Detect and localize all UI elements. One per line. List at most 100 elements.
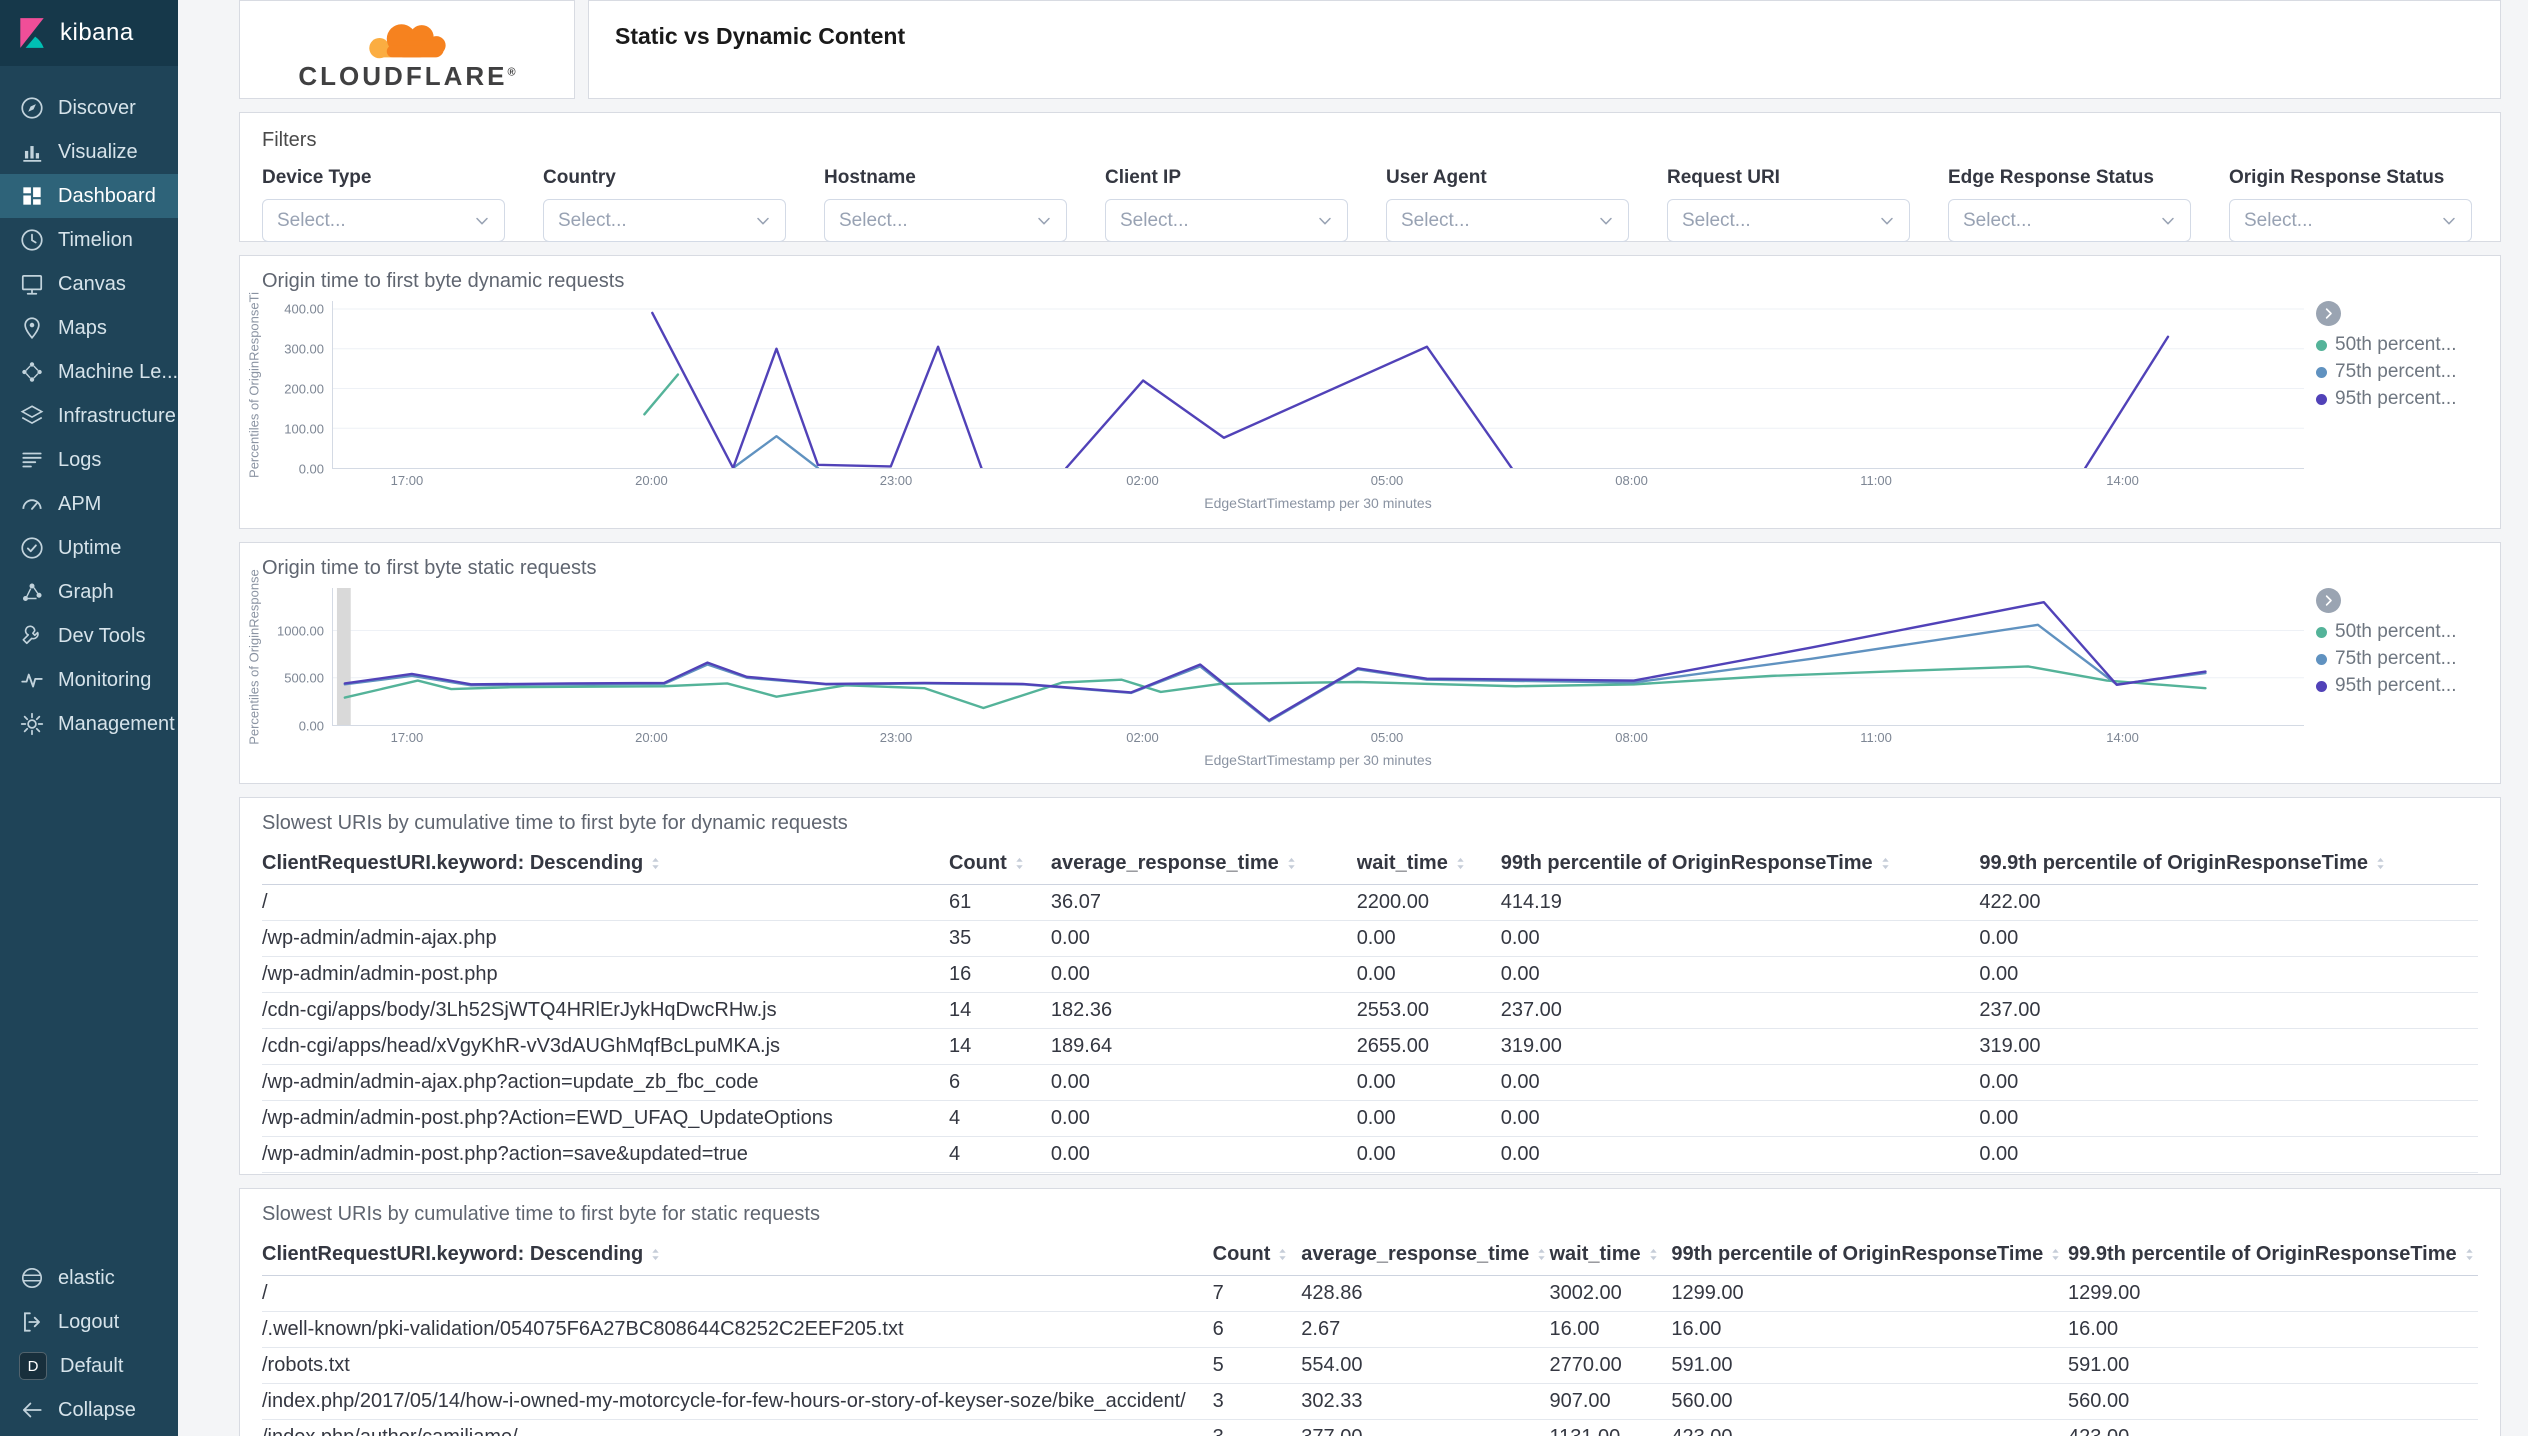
sidebar-item-maps[interactable]: Maps bbox=[0, 306, 178, 350]
cell-value: 0.00 bbox=[1500, 1136, 1980, 1173]
chart-plot-area[interactable] bbox=[332, 588, 2304, 726]
cell-value: 0.00 bbox=[1979, 956, 2478, 993]
cell-value: 0.00 bbox=[1050, 956, 1357, 993]
cell-value: 14 bbox=[948, 992, 1051, 1029]
column-header-wait-time[interactable]: wait_time bbox=[1356, 843, 1501, 885]
column-header-label: 99th percentile of OriginResponseTime bbox=[1671, 1243, 2044, 1265]
filter-select-device-type[interactable]: Select... bbox=[262, 199, 505, 242]
column-header-99th-percentile-of-originresponsetime[interactable]: 99th percentile of OriginResponseTime bbox=[1671, 1234, 2069, 1276]
x-axis-caption: EdgeStartTimestamp per 30 minutes bbox=[1204, 495, 1432, 511]
dashboard-title-panel: Static vs Dynamic Content bbox=[588, 0, 2501, 99]
sort-icon bbox=[2047, 1246, 2064, 1263]
sort-icon bbox=[647, 1246, 664, 1263]
cell-uri: /wp-admin/admin-ajax.php?action=update_z… bbox=[262, 1064, 949, 1101]
cell-value: 560.00 bbox=[2068, 1383, 2478, 1420]
cell-uri: /cdn-cgi/apps/body/3Lh52SjWTQ4HRlErJykHq… bbox=[262, 992, 949, 1029]
sidebar-item-apm[interactable]: APM bbox=[0, 482, 178, 526]
column-header-99th-percentile-of-originresponsetime[interactable]: 99th percentile of OriginResponseTime bbox=[1500, 843, 1980, 885]
sort-icon bbox=[2461, 1246, 2478, 1263]
cell-value: 302.33 bbox=[1301, 1383, 1550, 1420]
legend-item-75th-percent[interactable]: 75th percent... bbox=[2316, 361, 2492, 383]
cell-uri: /.well-known/pki-validation/054075F6A27B… bbox=[262, 1311, 1213, 1348]
legend-item-75th-percent[interactable]: 75th percent... bbox=[2316, 648, 2492, 670]
column-header-clientrequesturi-keyword-descending[interactable]: ClientRequestURI.keyword: Descending bbox=[262, 843, 949, 885]
infrastructure-icon bbox=[19, 403, 45, 429]
column-header-99-9th-percentile-of-originresponsetime[interactable]: 99.9th percentile of OriginResponseTime bbox=[1979, 843, 2478, 885]
select-placeholder: Select... bbox=[839, 209, 908, 231]
column-header-clientrequesturi-keyword-descending[interactable]: ClientRequestURI.keyword: Descending bbox=[262, 1234, 1213, 1276]
sidebar-item-monitoring[interactable]: Monitoring bbox=[0, 658, 178, 702]
filter-group-hostname: Hostname Select... bbox=[824, 167, 1067, 242]
filter-select-country[interactable]: Select... bbox=[543, 199, 786, 242]
sidebar-item-canvas[interactable]: Canvas bbox=[0, 262, 178, 306]
monitoring-icon bbox=[19, 667, 45, 693]
table-row: /wp-admin/admin-post.php 16 0.00 0.00 0.00 0.… bbox=[262, 956, 2478, 993]
column-header-label: Count bbox=[1212, 1243, 1271, 1265]
legend-item-95th-percent[interactable]: 95th percent... bbox=[2316, 388, 2492, 410]
legend-item-50th-percent[interactable]: 50th percent... bbox=[2316, 621, 2492, 643]
cell-value: 422.00 bbox=[1979, 884, 2478, 921]
sidebar-item-machine-le[interactable]: Machine Le... bbox=[0, 350, 178, 394]
cell-value: 2770.00 bbox=[1549, 1347, 1672, 1384]
cell-value: 423.00 bbox=[1671, 1419, 2069, 1436]
filter-label: Client IP bbox=[1105, 167, 1182, 188]
sidebar-item-visualize[interactable]: Visualize bbox=[0, 130, 178, 174]
filter-select-request-uri[interactable]: Select... bbox=[1667, 199, 1910, 242]
sidebar-footer-label: Collapse bbox=[58, 1398, 136, 1421]
table-row: /index.php/author/camiliame/3377.001131.… bbox=[262, 1419, 2478, 1436]
sidebar-item-label: Management bbox=[58, 712, 175, 735]
sidebar-item-management[interactable]: Management bbox=[0, 702, 178, 746]
cell-uri: /wp-admin/admin-post.php?action=save&upd… bbox=[262, 1136, 949, 1173]
sidebar-item-label: Logs bbox=[58, 448, 102, 471]
sidebar-item-label: Visualize bbox=[58, 140, 138, 163]
filter-select-hostname[interactable]: Select... bbox=[824, 199, 1067, 242]
cell-value: 0.00 bbox=[1979, 1172, 2478, 1174]
filter-select-user-agent[interactable]: Select... bbox=[1386, 199, 1629, 242]
sort-icon bbox=[1274, 1246, 1291, 1263]
table-header-row: ClientRequestURI.keyword: Descending Coun… bbox=[262, 843, 2478, 885]
chart-title: Origin time to first byte static request… bbox=[262, 557, 597, 579]
visualize-icon bbox=[19, 139, 45, 165]
registered-mark: ® bbox=[507, 65, 516, 78]
sidebar-footer-item-collapse[interactable]: Collapse bbox=[0, 1388, 178, 1432]
filter-select-edge-response-status[interactable]: Select... bbox=[1948, 199, 2191, 242]
kibana-header[interactable]: kibana bbox=[0, 0, 178, 66]
column-header-count[interactable]: Count bbox=[1212, 1234, 1302, 1276]
sidebar-item-logs[interactable]: Logs bbox=[0, 438, 178, 482]
app-root: { "sidebar": { "product": "kibana", "ite… bbox=[0, 0, 2528, 1436]
cloudflare-cloud-icon bbox=[347, 15, 467, 61]
column-header-average-response-time[interactable]: average_response_time bbox=[1050, 843, 1357, 885]
cell-value: 414.19 bbox=[1500, 884, 1980, 921]
cell-value: 0.00 bbox=[1500, 1172, 1980, 1174]
sidebar-item-infrastructure[interactable]: Infrastructure bbox=[0, 394, 178, 438]
column-header-count[interactable]: Count bbox=[948, 843, 1051, 885]
sidebar-item-label: Dashboard bbox=[58, 184, 156, 207]
legend-item-50th-percent[interactable]: 50th percent... bbox=[2316, 334, 2492, 356]
sidebar-item-dashboard[interactable]: Dashboard bbox=[0, 174, 178, 218]
filter-select-client-ip[interactable]: Select... bbox=[1105, 199, 1348, 242]
chart-plot-area[interactable] bbox=[332, 301, 2304, 469]
legend-color-dot bbox=[2316, 680, 2327, 692]
column-header-wait-time[interactable]: wait_time bbox=[1549, 1234, 1672, 1276]
kibana-wordmark: kibana bbox=[60, 19, 134, 46]
cell-value: 2553.00 bbox=[1356, 992, 1501, 1029]
cell-value: 554.00 bbox=[1301, 1347, 1550, 1384]
sidebar-footer-item-logout[interactable]: Logout bbox=[0, 1300, 178, 1344]
sidebar-item-dev-tools[interactable]: Dev Tools bbox=[0, 614, 178, 658]
sidebar-item-timelion[interactable]: Timelion bbox=[0, 218, 178, 262]
filter-select-origin-response-status[interactable]: Select... bbox=[2229, 199, 2472, 242]
sidebar-item-graph[interactable]: Graph bbox=[0, 570, 178, 614]
sidebar-item-discover[interactable]: Discover bbox=[0, 86, 178, 130]
sidebar-footer-item-default[interactable]: D Default bbox=[0, 1344, 178, 1388]
uptime-icon bbox=[19, 535, 45, 561]
sidebar-footer-item-elastic[interactable]: elastic bbox=[0, 1256, 178, 1300]
legend-toggle-button[interactable] bbox=[2316, 301, 2341, 326]
cell-value: 1299.00 bbox=[2068, 1275, 2478, 1312]
sidebar-item-uptime[interactable]: Uptime bbox=[0, 526, 178, 570]
y-tick-label: 500.00 bbox=[284, 670, 324, 686]
legend-item-95th-percent[interactable]: 95th percent... bbox=[2316, 675, 2492, 697]
legend-toggle-button[interactable] bbox=[2316, 588, 2341, 613]
column-header-99-9th-percentile-of-originresponsetime[interactable]: 99.9th percentile of OriginResponseTime bbox=[2068, 1234, 2478, 1276]
logs-icon bbox=[19, 447, 45, 473]
column-header-average-response-time[interactable]: average_response_time bbox=[1301, 1234, 1550, 1276]
